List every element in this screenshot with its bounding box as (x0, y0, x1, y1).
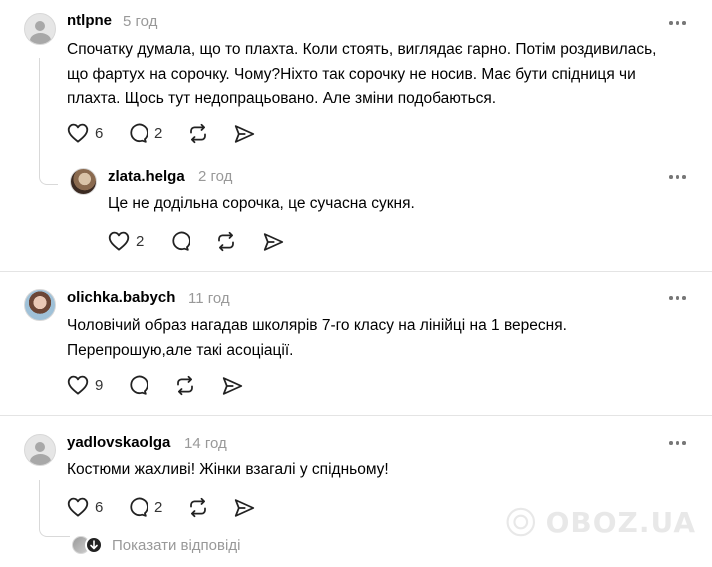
default-avatar-icon[interactable] (24, 13, 56, 45)
reply-button[interactable] (169, 231, 190, 252)
send-icon (234, 499, 255, 517)
send-icon (234, 125, 255, 143)
comment-bubble-icon (130, 375, 148, 395)
timestamp[interactable]: 5 год (123, 13, 157, 30)
user-photo-avatar[interactable] (24, 289, 56, 321)
reply-button[interactable] (127, 375, 148, 396)
divider (0, 271, 712, 272)
repost-icon (218, 231, 234, 252)
thread-line (39, 480, 40, 528)
comment-text: Костюми жахливі! Жінки взагалі у спідньо… (67, 461, 389, 478)
thread-line (39, 58, 40, 176)
username[interactable]: yadlovskaolga (67, 434, 170, 451)
user-photo-avatar[interactable] (70, 168, 97, 195)
default-avatar-icon[interactable] (24, 434, 56, 466)
heart-icon (67, 497, 89, 517)
watermark-logo: OBOZ.UA (506, 494, 696, 550)
share-button[interactable] (263, 232, 284, 252)
share-button[interactable] (234, 498, 255, 518)
repost-button[interactable] (215, 231, 237, 252)
watermark-text: OBOZ.UA (545, 505, 696, 539)
heart-icon (108, 231, 130, 251)
reply-avatars (72, 535, 106, 555)
like-count: 6 (95, 498, 104, 516)
thread-connector (39, 176, 58, 185)
reply-count: 2 (154, 125, 163, 142)
arrow-down-icon (85, 536, 103, 554)
reply-count: 2 (154, 499, 163, 516)
timestamp[interactable]: 2 год (198, 168, 232, 185)
like-button[interactable]: 6 (67, 497, 103, 517)
comment-bubble-icon (130, 123, 148, 143)
repost-icon (190, 123, 206, 144)
more-horizontal-icon[interactable] (669, 175, 686, 179)
repost-icon (190, 497, 206, 518)
share-button[interactable] (234, 124, 255, 144)
reply-button[interactable]: 2 (127, 497, 162, 518)
thread-connector (39, 528, 70, 537)
comment-bubble-icon (130, 497, 148, 517)
comment-text: Спочатку думала, що то плахта. Коли стоя… (67, 41, 657, 107)
like-button[interactable]: 6 (67, 123, 103, 143)
timestamp[interactable]: 14 год (184, 435, 227, 452)
repost-button[interactable] (187, 497, 209, 518)
comment-text: Чоловічий образ нагадав школярів 7-го кл… (67, 317, 567, 359)
timestamp[interactable]: 11 год (188, 290, 230, 307)
show-replies-button[interactable]: Показати відповіді (72, 535, 240, 555)
send-icon (222, 377, 243, 395)
like-count: 2 (136, 232, 145, 250)
more-horizontal-icon[interactable] (669, 21, 686, 25)
like-button[interactable]: 9 (67, 375, 103, 395)
username[interactable]: olichka.babych (67, 289, 175, 306)
comment-text: Це не додільна сорочка, це сучасна сукня… (108, 195, 415, 212)
more-horizontal-icon[interactable] (669, 441, 686, 445)
divider (0, 415, 712, 416)
show-replies-label: Показати відповіді (112, 536, 241, 554)
repost-button[interactable] (174, 375, 196, 396)
share-button[interactable] (222, 376, 243, 396)
comment-bubble-icon (172, 231, 190, 251)
heart-icon (67, 123, 89, 143)
oboz-logo-icon (506, 507, 536, 537)
like-count: 9 (95, 376, 104, 394)
more-horizontal-icon[interactable] (669, 296, 686, 300)
username[interactable]: ntlpne (67, 12, 112, 29)
repost-button[interactable] (187, 123, 209, 144)
repost-icon (177, 375, 193, 396)
username[interactable]: zlata.helga (108, 168, 185, 185)
heart-icon (67, 375, 89, 395)
like-count: 6 (95, 124, 104, 142)
send-icon (263, 233, 284, 251)
like-button[interactable]: 2 (108, 231, 144, 251)
reply-button[interactable]: 2 (127, 123, 162, 144)
